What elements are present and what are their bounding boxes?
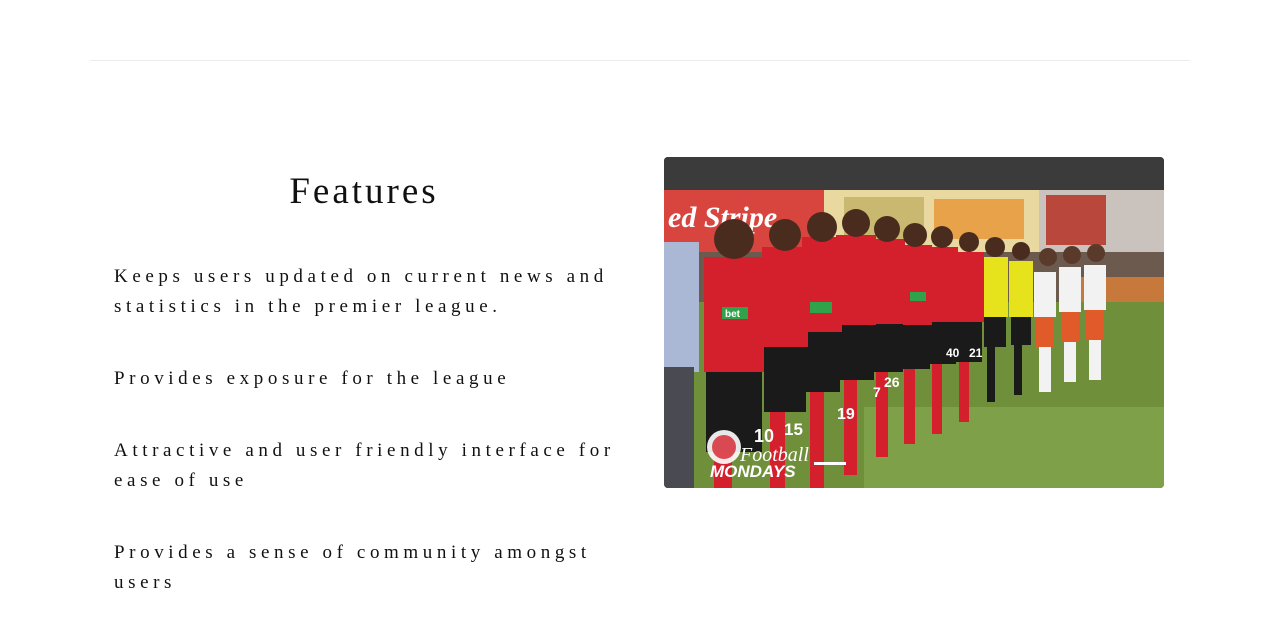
jersey-number: 10: [754, 426, 774, 446]
top-divider: [90, 60, 1190, 61]
jersey-number: 15: [784, 420, 803, 439]
feature-item: Attractive and user friendly interface f…: [114, 440, 615, 491]
feature-item: Keeps users updated on current news and …: [114, 266, 608, 317]
feature-item: Provides exposure for the league: [114, 368, 511, 389]
team-lineup-photo: ed Stripe bet 10 15 19 7 26 40 21 Footba…: [664, 157, 1164, 488]
logo-line-2: MONDAYS: [710, 462, 796, 481]
jersey-number: 40: [946, 346, 960, 360]
jersey-number: 21: [969, 346, 983, 360]
feature-item: Provides a sense of community amongst us…: [114, 542, 591, 593]
features-heading: Features: [289, 171, 439, 212]
opponent-players: [1034, 265, 1106, 392]
jersey-number: 19: [837, 406, 855, 423]
jersey-number: 26: [884, 374, 900, 390]
jersey-number: 7: [873, 384, 881, 400]
sponsor-patch: bet: [725, 309, 741, 320]
